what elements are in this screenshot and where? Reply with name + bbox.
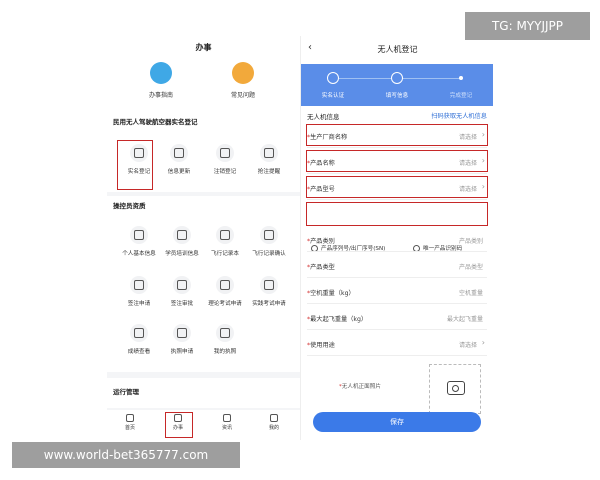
tab-home[interactable]: 首页 xyxy=(115,414,145,431)
check-doc-icon xyxy=(260,226,278,244)
id-card-icon xyxy=(216,324,234,342)
tile-info-update[interactable]: 信息更新 xyxy=(159,144,199,182)
tile-squatting-alert[interactable]: 抢注提醒 xyxy=(249,144,289,182)
section-title-operator: 操控员资质 xyxy=(113,202,146,210)
field-label: *最大起飞重量（kg） xyxy=(307,316,368,323)
highlight-box xyxy=(306,176,488,198)
section-title-operations: 运行管理 xyxy=(113,388,139,396)
field-label: *使用用途 xyxy=(307,342,335,349)
faq-label[interactable]: 常见问题 xyxy=(218,90,268,99)
screenshot-root: 办事 办事指南 常见问题 民用无人驾驶航空器实名登记 实名登记 信息更新 注销登… xyxy=(0,0,600,480)
tab-label: 我的 xyxy=(268,425,279,431)
step-label: 完成登记 xyxy=(449,93,473,99)
tab-label: 首页 xyxy=(124,425,135,431)
chevron-right-icon: › xyxy=(481,338,485,347)
tile-theory-exam[interactable]: 理论考试申请 xyxy=(205,276,245,314)
photo-label: *无人机正面照片 xyxy=(339,384,381,390)
registration-section: 民用无人驾驶航空器实名登记 实名登记 信息更新 注销登记 抢注提醒 xyxy=(107,110,300,192)
page-title: 办事 xyxy=(195,43,212,52)
person-icon xyxy=(130,226,148,244)
license-icon xyxy=(173,324,191,342)
guide-icon[interactable] xyxy=(150,62,172,84)
page-title: 无人机登记 xyxy=(377,45,418,54)
tile-endorsement-apply[interactable]: 签注申请 xyxy=(119,276,159,314)
book-icon xyxy=(216,226,234,244)
tile-practical-exam[interactable]: 实践考试申请 xyxy=(249,276,289,314)
step-dot-done xyxy=(391,72,403,84)
tile-label: 抢注提醒 xyxy=(257,169,281,175)
highlight-box xyxy=(306,124,488,146)
home-icon xyxy=(126,414,134,422)
watermark-top-right: TG: MYYJJPP xyxy=(465,12,590,40)
tab-profile[interactable]: 我的 xyxy=(259,414,289,431)
calendar-cancel-icon xyxy=(216,144,234,162)
calendar-icon xyxy=(170,144,188,162)
services-screen: 办事 办事指南 常见问题 民用无人驾驶航空器实名登记 实名登记 信息更新 注销登… xyxy=(107,36,300,440)
tab-news[interactable]: 资讯 xyxy=(212,414,242,431)
step-label: 填写信息 xyxy=(385,93,409,99)
field-value: 产品类别 xyxy=(458,238,483,245)
person-add-icon xyxy=(130,276,148,294)
question-icon[interactable] xyxy=(232,62,254,84)
field-value: 请选择 xyxy=(458,342,477,349)
person-check-icon xyxy=(173,276,191,294)
camera-icon xyxy=(447,381,465,395)
tile-label: 实践考试申请 xyxy=(252,301,286,307)
grade-icon xyxy=(130,324,148,342)
field-product-category[interactable]: *产品类别 产品类别 xyxy=(307,228,487,252)
exam-icon xyxy=(216,276,234,294)
field-label: *空机重量（kg） xyxy=(307,290,355,297)
highlight-box xyxy=(117,140,153,190)
profile-icon xyxy=(270,414,278,422)
drone-registration-screen: ‹ 无人机登记 实名认证 填写信息 完成登记 无人机信息 扫码获取无人机信息 *… xyxy=(300,36,493,440)
field-usage[interactable]: *使用用途 请选择 › xyxy=(307,332,487,356)
alert-icon xyxy=(260,144,278,162)
progress-steps: 实名认证 填写信息 完成登记 xyxy=(301,64,493,106)
step-dot-done xyxy=(327,72,339,84)
field-label: *产品类型 xyxy=(307,264,335,271)
tile-personal-info[interactable]: 个人基本信息 xyxy=(119,226,159,264)
news-icon xyxy=(223,414,231,422)
field-value: 空机重量 xyxy=(458,290,483,297)
tile-my-license[interactable]: 我的执照 xyxy=(205,324,245,362)
tile-scores[interactable]: 成绩查看 xyxy=(119,324,159,362)
scan-link[interactable]: 扫码获取无人机信息 xyxy=(431,111,487,120)
tile-license-apply[interactable]: 执照申请 xyxy=(162,324,202,362)
field-label: *产品类别 xyxy=(307,238,335,245)
step-label: 实名认证 xyxy=(321,93,345,99)
nav-bar: ‹ 无人机登记 xyxy=(301,36,493,64)
step-dot-pending xyxy=(459,76,463,80)
section-title-registration: 民用无人驾驶航空器实名登记 xyxy=(113,118,198,126)
photo-upload[interactable] xyxy=(429,364,481,414)
watermark-bottom-left: www.world-bet365777.com xyxy=(12,442,240,468)
operations-section: 运行管理 xyxy=(107,378,300,408)
tile-flight-log-confirm[interactable]: 飞行记录确认 xyxy=(249,226,289,264)
field-value: 最大起飞重量 xyxy=(446,316,483,323)
tile-training-info[interactable]: 学员培训信息 xyxy=(162,226,202,264)
highlight-box xyxy=(306,150,488,172)
bottom-tab-bar: 首页 办事 资讯 我的 xyxy=(107,410,300,440)
tile-flight-log[interactable]: 飞行记录本 xyxy=(205,226,245,264)
highlight-box xyxy=(306,202,488,226)
save-button[interactable]: 保存 xyxy=(313,412,481,432)
tile-label: 信息更新 xyxy=(167,169,191,175)
exam-icon xyxy=(260,276,278,294)
tile-endorsement-approve[interactable]: 签注审批 xyxy=(162,276,202,314)
tile-cancel-registration[interactable]: 注销登记 xyxy=(205,144,245,182)
highlight-box xyxy=(165,412,193,438)
tab-label: 资讯 xyxy=(221,425,232,431)
field-product-type[interactable]: *产品类型 产品类型 xyxy=(307,254,487,278)
tile-label: 飞行记录确认 xyxy=(252,251,286,257)
field-empty-weight[interactable]: *空机重量（kg） 空机重量 xyxy=(307,280,487,304)
guide-label[interactable]: 办事指南 xyxy=(136,90,186,99)
edit-icon xyxy=(173,226,191,244)
section-title: 无人机信息 xyxy=(307,113,340,121)
field-max-takeoff-weight[interactable]: *最大起飞重量（kg） 最大起飞重量 xyxy=(307,306,487,330)
field-value: 产品类型 xyxy=(458,264,483,271)
operator-section: 操控员资质 个人基本信息 学员培训信息 飞行记录本 飞行记录确认 签注申请 签注… xyxy=(107,196,300,372)
tile-label: 我的执照 xyxy=(213,349,237,355)
